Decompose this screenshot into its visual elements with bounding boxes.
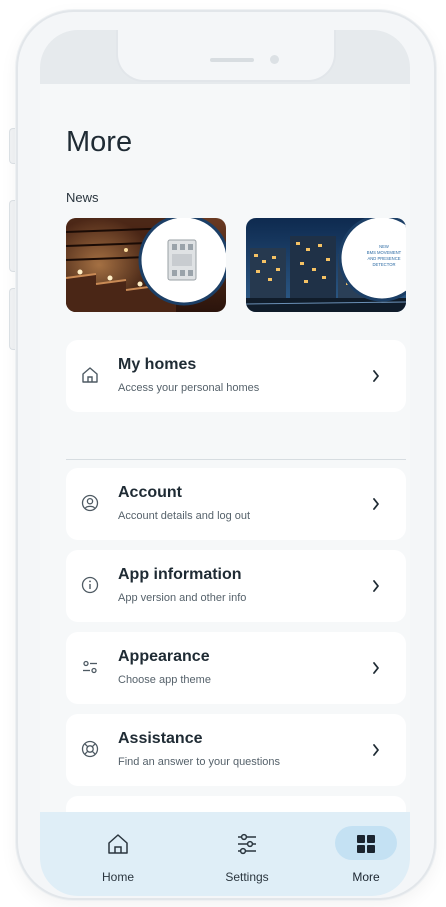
news-card-stairs[interactable] bbox=[66, 218, 226, 312]
account-title: Account bbox=[118, 484, 182, 501]
nav-more-label: More bbox=[352, 870, 380, 884]
settings-sliders-icon bbox=[238, 833, 256, 855]
svg-text:NEW: NEW bbox=[379, 244, 389, 249]
nav-more-active-pill bbox=[335, 826, 397, 860]
assistance-subtitle: Find an answer to your questions bbox=[118, 756, 281, 768]
page-title: More bbox=[66, 126, 133, 158]
my-homes-item[interactable]: My homes Access your personal homes bbox=[66, 340, 406, 412]
section-divider bbox=[66, 459, 406, 460]
account-subtitle: Account details and log out bbox=[118, 510, 251, 522]
front-camera bbox=[270, 55, 279, 64]
speaker-grille bbox=[210, 58, 254, 62]
my-homes-title: My homes bbox=[118, 356, 197, 373]
lifebuoy-icon bbox=[81, 740, 99, 758]
appearance-title: Appearance bbox=[118, 648, 210, 665]
grid-icon bbox=[357, 835, 375, 853]
nav-settings-icon-wrap bbox=[216, 826, 278, 860]
office-building-night-photo: NEW BMS MOVEMENT AND PRESENCE DETECTOR bbox=[246, 218, 406, 312]
bottom-navigation: Home Settings More bbox=[40, 812, 410, 896]
account-item[interactable]: Account Account details and log out bbox=[66, 468, 406, 540]
news-section-label: News bbox=[66, 190, 99, 205]
chevron-right-icon bbox=[373, 498, 379, 510]
stairs-lighting-relay-photo bbox=[66, 218, 226, 312]
nav-more[interactable]: More bbox=[326, 826, 406, 886]
nav-home-icon-wrap bbox=[87, 826, 149, 860]
app-information-subtitle: App version and other info bbox=[118, 592, 247, 604]
chevron-right-icon bbox=[373, 370, 379, 382]
toggle-sliders-icon bbox=[83, 660, 97, 674]
home-outline-icon bbox=[82, 367, 98, 383]
status-bar bbox=[40, 30, 410, 84]
home-icon bbox=[108, 834, 128, 854]
app-screen: More News NEW BMS MOVEMENT AND PRESENCE … bbox=[40, 30, 410, 896]
chevron-right-icon bbox=[373, 744, 379, 756]
assistance-title: Assistance bbox=[118, 730, 203, 747]
user-circle-icon bbox=[81, 494, 99, 512]
info-circle-icon bbox=[81, 576, 99, 594]
news-card-building[interactable]: NEW BMS MOVEMENT AND PRESENCE DETECTOR bbox=[246, 218, 406, 312]
phone-notch bbox=[116, 30, 336, 82]
nav-home[interactable]: Home bbox=[78, 826, 158, 886]
chevron-right-icon bbox=[373, 580, 379, 592]
app-information-title: App information bbox=[118, 566, 242, 583]
app-information-item[interactable]: App information App version and other in… bbox=[66, 550, 406, 622]
appearance-item[interactable]: Appearance Choose app theme bbox=[66, 632, 406, 704]
nav-settings[interactable]: Settings bbox=[207, 826, 287, 886]
assistance-item[interactable]: Assistance Find an answer to your questi… bbox=[66, 714, 406, 786]
svg-text:BMS MOVEMENT: BMS MOVEMENT bbox=[367, 250, 402, 255]
chevron-right-icon bbox=[373, 662, 379, 674]
phone-frame: More News NEW BMS MOVEMENT AND PRESENCE … bbox=[16, 10, 436, 900]
svg-text:AND PRESENCE: AND PRESENCE bbox=[367, 256, 400, 261]
nav-home-label: Home bbox=[101, 870, 134, 884]
appearance-subtitle: Choose app theme bbox=[118, 674, 211, 686]
nav-settings-label: Settings bbox=[225, 870, 269, 884]
my-homes-subtitle: Access your personal homes bbox=[118, 382, 260, 394]
svg-text:DETECTOR: DETECTOR bbox=[373, 262, 396, 267]
